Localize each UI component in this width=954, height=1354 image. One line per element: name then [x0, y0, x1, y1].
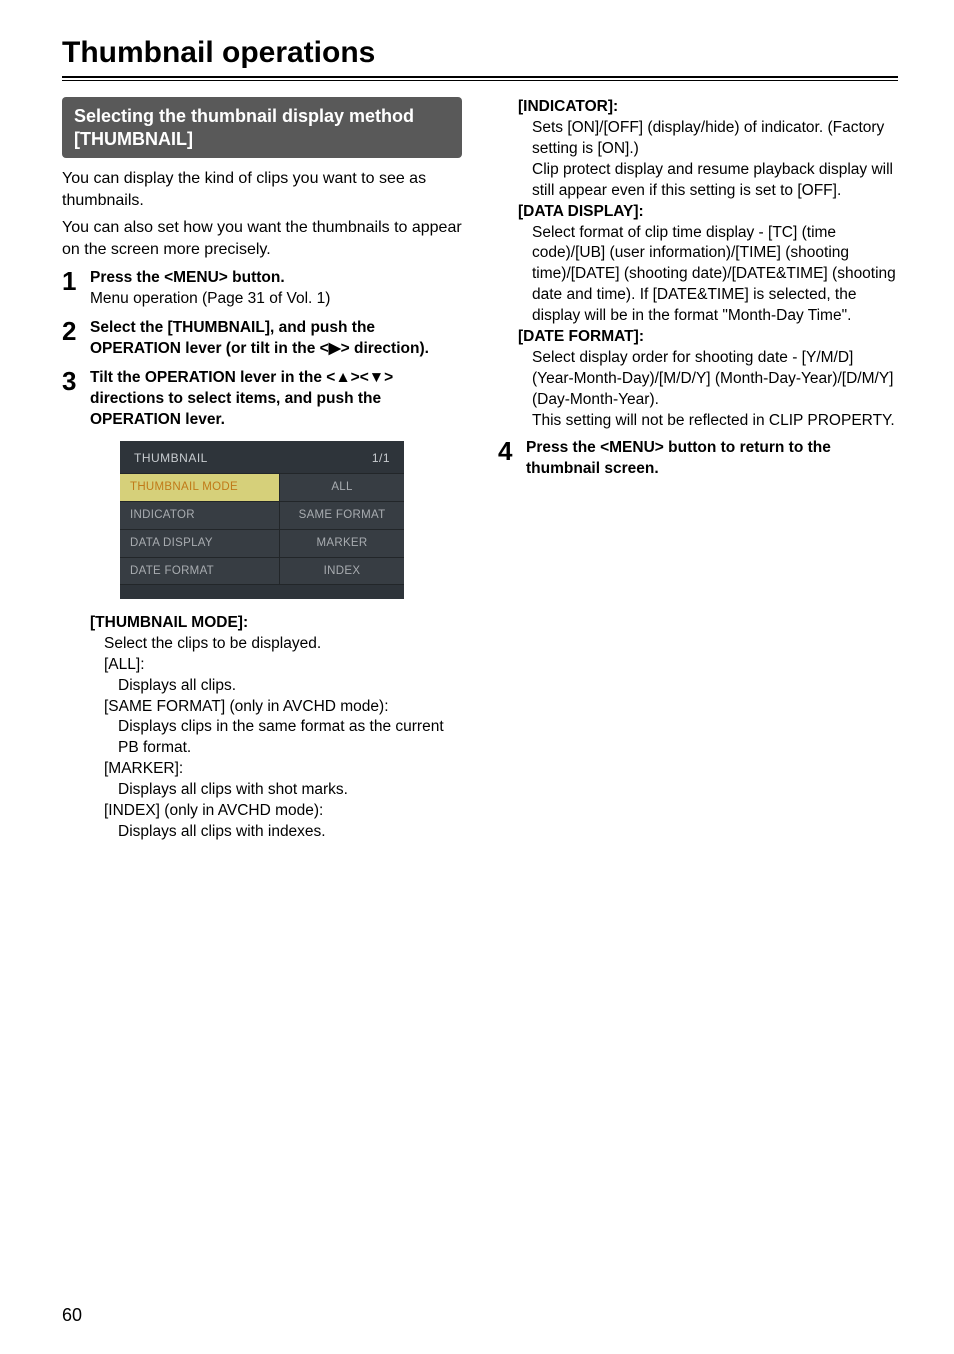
detail-option-desc: Displays all clips with shot marks.	[90, 780, 462, 801]
step-body: Tilt the OPERATION lever in the <▲><▼> d…	[90, 368, 462, 431]
title-divider-thick	[62, 76, 898, 78]
data-display-detail: [DATA DISPLAY]: Select format of clip ti…	[518, 202, 898, 328]
menu-row: THUMBNAIL MODE ALL	[120, 473, 404, 501]
step-title-part-b: > direction).	[341, 340, 429, 357]
menu-row-value: ALL	[279, 474, 404, 501]
detail-intro: Select the clips to be displayed.	[90, 634, 462, 655]
step-4: 4 Press the <MENU> button to return to t…	[498, 438, 898, 480]
step-title: Press the <MENU> button to return to the…	[526, 439, 831, 477]
menu-header-title: THUMBNAIL	[134, 451, 208, 465]
step-title: Press the <MENU> button.	[90, 269, 285, 286]
menu-rows: THUMBNAIL MODE ALL INDICATOR SAME FORMAT…	[120, 473, 404, 585]
page-number: 60	[62, 1305, 82, 1326]
menu-row: DATA DISPLAY MARKER	[120, 529, 404, 557]
menu-row-label: THUMBNAIL MODE	[120, 474, 279, 501]
detail-option-label: [MARKER]:	[90, 759, 462, 780]
detail-header: [DATE FORMAT]:	[518, 327, 898, 348]
detail-option-label: [ALL]:	[90, 655, 462, 676]
detail-option-desc: Displays all clips.	[90, 676, 462, 697]
triangle-down-icon: ▼	[369, 368, 384, 389]
step-title-part-a: Tilt the OPERATION lever in the <	[90, 369, 335, 386]
detail-text: This setting will not be reflected in CL…	[518, 411, 898, 432]
step-number: 4	[498, 438, 518, 480]
step-body: Press the <MENU> button to return to the…	[526, 438, 898, 480]
step-subtext: Menu operation (Page 31 of Vol. 1)	[90, 290, 330, 307]
step-body: Press the <MENU> button. Menu operation …	[90, 268, 462, 310]
triangle-up-icon: ▲	[335, 368, 350, 389]
step-number: 1	[62, 268, 82, 310]
detail-header: [THUMBNAIL MODE]:	[90, 613, 462, 634]
step-2: 2 Select the [THUMBNAIL], and push the O…	[62, 318, 462, 360]
menu-header: THUMBNAIL 1/1	[120, 441, 404, 473]
menu-header-page: 1/1	[372, 451, 390, 465]
step-number: 3	[62, 368, 82, 431]
step-body: Select the [THUMBNAIL], and push the OPE…	[90, 318, 462, 360]
detail-option-label: [SAME FORMAT] (only in AVCHD mode):	[90, 697, 462, 718]
menu-panel: THUMBNAIL 1/1 THUMBNAIL MODE ALL INDICAT…	[120, 441, 404, 599]
left-column: Selecting the thumbnail display method […	[62, 97, 462, 843]
detail-option-desc: Displays all clips with indexes.	[90, 822, 462, 843]
indicator-detail: [INDICATOR]: Sets [ON]/[OFF] (display/hi…	[518, 97, 898, 202]
title-divider-thin	[62, 80, 898, 81]
intro-text-2: You can also set how you want the thumbn…	[62, 217, 462, 260]
section-banner: Selecting the thumbnail display method […	[62, 97, 462, 158]
detail-text: Sets [ON]/[OFF] (display/hide) of indica…	[518, 118, 898, 160]
step-title-part-b: ><	[351, 369, 369, 386]
triangle-right-icon: ▶	[329, 339, 341, 360]
document-page: Thumbnail operations Selecting the thumb…	[0, 0, 954, 1354]
menu-row-label: DATA DISPLAY	[120, 530, 279, 557]
detail-option-desc: Displays clips in the same format as the…	[90, 717, 462, 759]
detail-text: Select format of clip time display - [TC…	[518, 223, 898, 328]
page-title: Thumbnail operations	[62, 36, 898, 70]
date-format-detail: [DATE FORMAT]: Select display order for …	[518, 327, 898, 432]
detail-header: [INDICATOR]:	[518, 97, 898, 118]
step-number: 2	[62, 318, 82, 360]
content-columns: Selecting the thumbnail display method […	[62, 97, 898, 843]
menu-row-value: MARKER	[279, 530, 404, 557]
step-3: 3 Tilt the OPERATION lever in the <▲><▼>…	[62, 368, 462, 431]
detail-text: Clip protect display and resume playback…	[518, 160, 898, 202]
menu-row-label: INDICATOR	[120, 502, 279, 529]
menu-row-value: SAME FORMAT	[279, 502, 404, 529]
intro-text-1: You can display the kind of clips you wa…	[62, 168, 462, 211]
menu-row: DATE FORMAT INDEX	[120, 557, 404, 585]
menu-screenshot: THUMBNAIL 1/1 THUMBNAIL MODE ALL INDICAT…	[62, 441, 462, 599]
detail-header: [DATA DISPLAY]:	[518, 202, 898, 223]
menu-row-label: DATE FORMAT	[120, 558, 279, 584]
step-1: 1 Press the <MENU> button. Menu operatio…	[62, 268, 462, 310]
detail-text: Select display order for shooting date -…	[518, 348, 898, 411]
menu-row: INDICATOR SAME FORMAT	[120, 501, 404, 529]
detail-option-label: [INDEX] (only in AVCHD mode):	[90, 801, 462, 822]
thumbnail-mode-detail: [THUMBNAIL MODE]: Select the clips to be…	[90, 613, 462, 843]
menu-row-value: INDEX	[279, 558, 404, 584]
right-column: [INDICATOR]: Sets [ON]/[OFF] (display/hi…	[498, 97, 898, 843]
